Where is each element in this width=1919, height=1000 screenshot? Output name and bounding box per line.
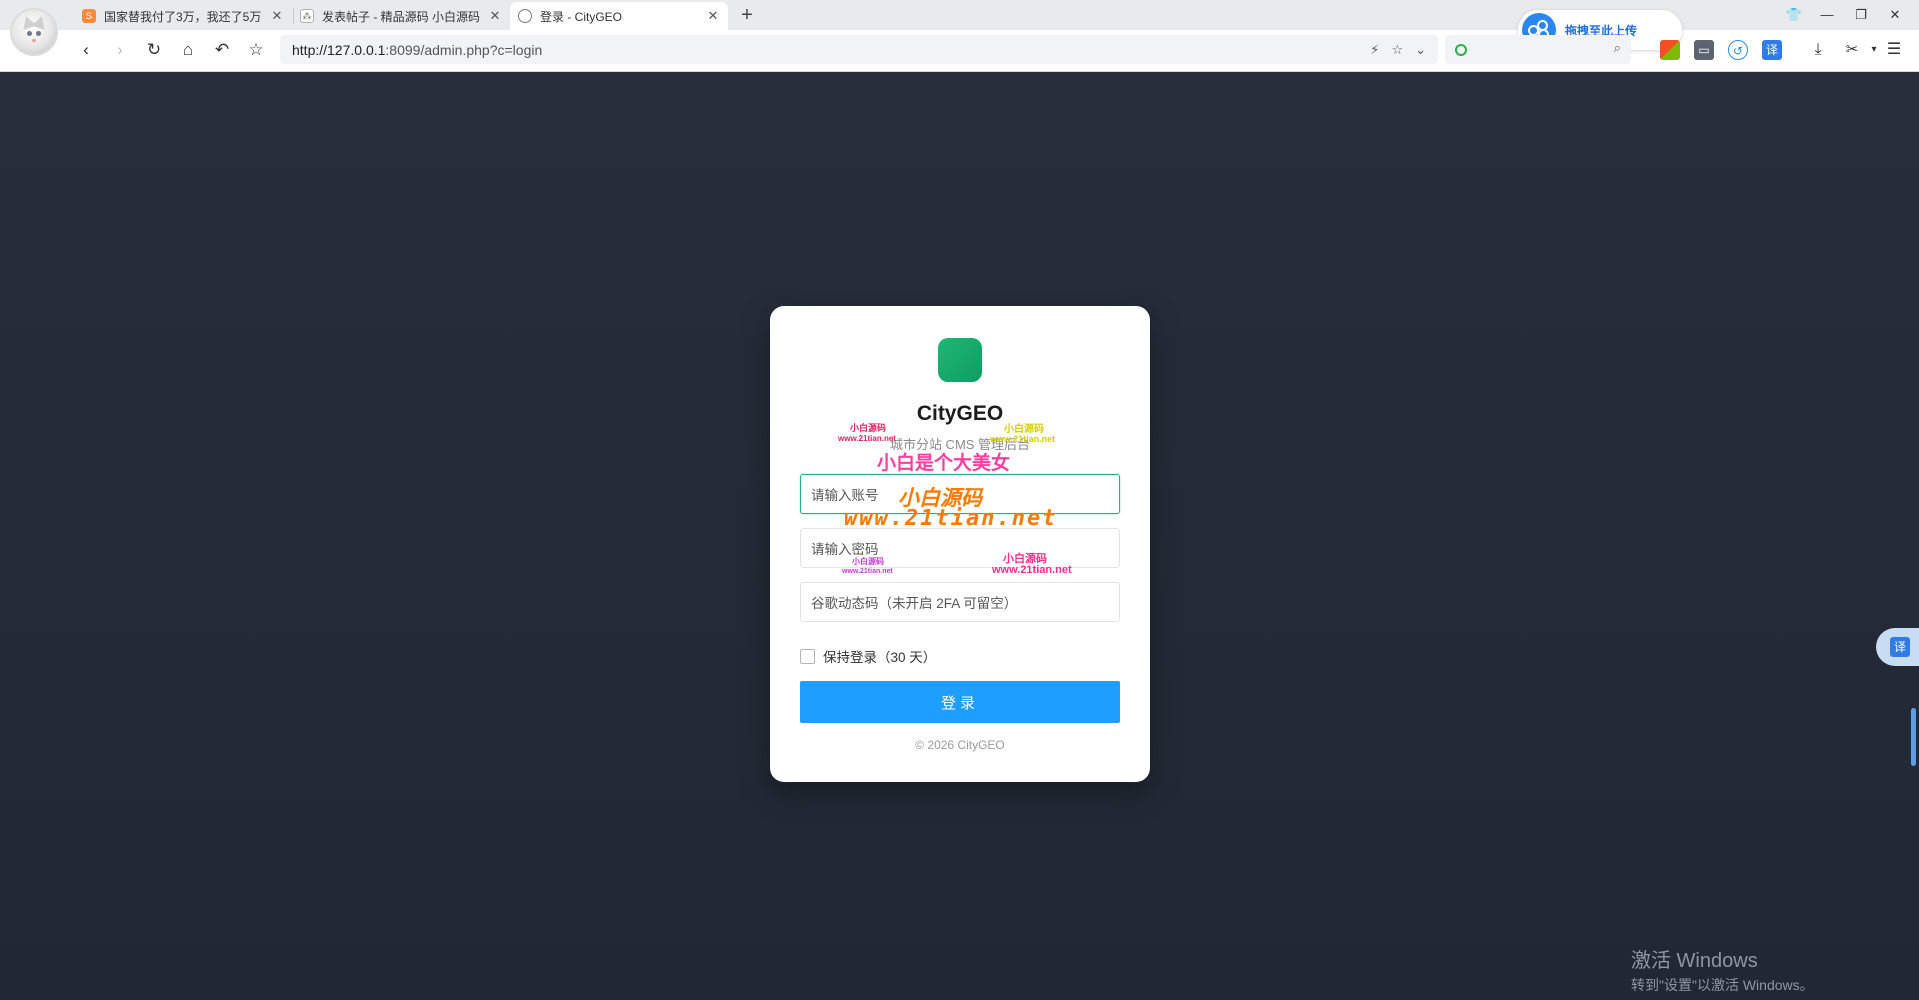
translate-icon: 译	[1890, 637, 1910, 657]
user-avatar[interactable]	[10, 8, 58, 56]
download-icon[interactable]: ⤓	[1808, 40, 1828, 60]
search-engine-icon	[1455, 44, 1467, 56]
tab-title: 登录 - CityGEO	[540, 9, 623, 24]
totp-input[interactable]: 谷歌动态码（未开启 2FA 可留空）	[800, 582, 1120, 622]
navigation-bar: ‹ › ↻ ⌂ ↶ ☆ http://127.0.0.1:8099/admin.…	[68, 32, 1919, 68]
activation-title: 激活 Windows	[1631, 950, 1758, 972]
brand-logo-icon	[938, 338, 982, 382]
close-window-button[interactable]: ✕	[1880, 4, 1910, 26]
reader-icon[interactable]: ▭	[1694, 40, 1714, 60]
cat-eye-icon	[36, 31, 41, 36]
close-icon[interactable]: ✕	[488, 8, 502, 24]
minimize-button[interactable]: —	[1812, 4, 1842, 26]
password-input[interactable]: 请输入密码	[800, 528, 1120, 568]
login-card: CityGEO 城市分站 CMS 管理后台 请输入账号 请输入密码 谷歌动态码（…	[770, 306, 1150, 782]
close-icon[interactable]: ✕	[270, 8, 284, 24]
watermark-text: www.21tian.net	[842, 568, 893, 575]
windows-activation-notice: 激活 Windows 转到"设置"以激活 Windows。	[1631, 944, 1814, 995]
home-button[interactable]: ⌂	[174, 36, 202, 64]
brand-subtitle: 城市分站 CMS 管理后台	[889, 437, 1031, 452]
tab-title: 国家替我付了3万，我还了5万	[104, 9, 262, 24]
tab-login[interactable]: 登录 - CityGEO ✕	[510, 2, 728, 30]
restore-button[interactable]: ❐	[1846, 4, 1876, 26]
menu-icon[interactable]: ☰	[1884, 40, 1904, 60]
tab-post[interactable]: ⁂ 发表帖子 - 精品源码 小白源码 ✕	[292, 2, 510, 30]
back-button[interactable]: ‹	[72, 36, 100, 64]
login-button[interactable]: 登录	[800, 681, 1120, 723]
url-path: :8099/admin.php?c=login	[385, 41, 543, 58]
apps-icon[interactable]	[1660, 40, 1680, 60]
sync-icon[interactable]: ↺	[1728, 40, 1748, 60]
forward-button[interactable]: ›	[106, 36, 134, 64]
address-actions: ⚡ ☆ ⌄	[1370, 35, 1426, 64]
floating-translate-button[interactable]: 译	[1876, 628, 1919, 666]
shirt-icon[interactable]: 👕	[1779, 4, 1809, 26]
browser-chrome: S 国家替我付了3万，我还了5万 ✕ ⁂ 发表帖子 - 精品源码 小白源码 ✕ …	[0, 0, 1919, 72]
globe-icon	[518, 9, 532, 23]
url-host: http://127.0.0.1	[292, 41, 386, 58]
chevron-down-icon[interactable]: ▾	[1864, 40, 1884, 60]
address-bar[interactable]: http://127.0.0.1:8099/admin.php?c=login …	[280, 35, 1438, 64]
brand-title: CityGEO	[916, 402, 1004, 425]
activation-hint: 转到"设置"以激活 Windows。	[1631, 977, 1814, 993]
search-input[interactable]: ⌕	[1445, 35, 1631, 64]
remember-checkbox[interactable]	[800, 648, 815, 664]
undo-close-button[interactable]: ↶	[208, 36, 236, 64]
page-background: CityGEO 城市分站 CMS 管理后台 请输入账号 请输入密码 谷歌动态码（…	[0, 72, 1919, 1000]
reload-button[interactable]: ↻	[140, 36, 168, 64]
new-tab-button[interactable]: +	[736, 3, 758, 27]
remember-login[interactable]: 保持登录（30 天）	[800, 646, 936, 666]
chevron-down-icon[interactable]: ⌄	[1415, 42, 1426, 58]
lightning-icon[interactable]: ⚡	[1370, 42, 1379, 58]
copyright-text: © 2026 CityGEO	[915, 738, 1005, 752]
orange-square-icon: S	[82, 9, 96, 23]
tab-news[interactable]: S 国家替我付了3万，我还了5万 ✕	[74, 2, 292, 30]
cat-nose-icon	[32, 39, 36, 42]
star-icon[interactable]: ☆	[1391, 42, 1403, 58]
bookmark-star-button[interactable]: ☆	[242, 36, 270, 64]
tab-title: 发表帖子 - 精品源码 小白源码	[322, 9, 480, 24]
search-icon[interactable]: ⌕	[1614, 40, 1621, 56]
username-input[interactable]: 请输入账号	[800, 474, 1120, 514]
cat-ear-icon	[31, 14, 49, 30]
remember-label: 保持登录（30 天）	[823, 650, 937, 665]
cat-eye-icon	[27, 31, 32, 36]
scrollbar[interactable]	[1911, 708, 1916, 766]
puzzle-icon: ⁂	[300, 9, 314, 23]
close-icon[interactable]: ✕	[706, 8, 720, 24]
scissors-icon[interactable]: ✂	[1842, 40, 1862, 60]
translate-icon[interactable]: 译	[1762, 40, 1782, 60]
